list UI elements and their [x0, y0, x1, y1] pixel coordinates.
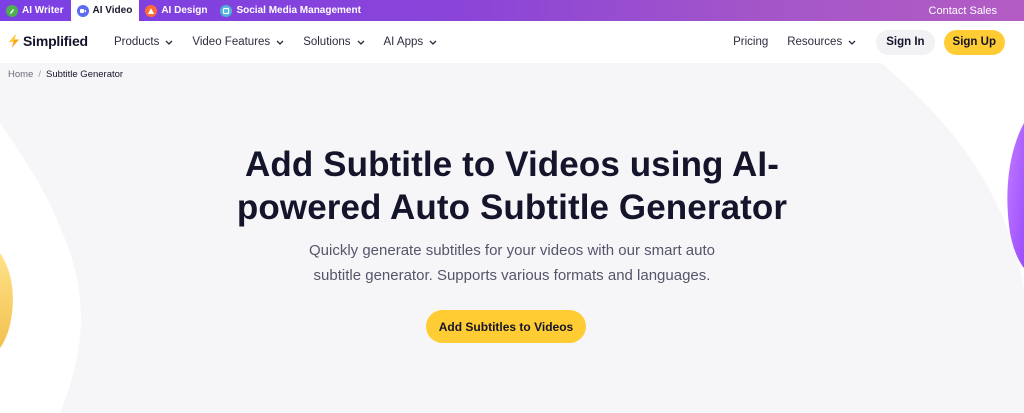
chevron-down-icon [357, 40, 364, 45]
product-tab-label: Social Media Management [236, 5, 361, 16]
product-tab-label: AI Writer [22, 5, 64, 16]
product-tab-ai-video[interactable]: AI Video [70, 0, 140, 21]
product-tab-ai-design[interactable]: AI Design [139, 0, 214, 21]
page-title: Add Subtitle to Videos using AI- powered… [0, 143, 1024, 229]
breadcrumb-home[interactable]: Home [8, 69, 33, 80]
product-tab-label: AI Design [161, 5, 208, 16]
simplified-logo-icon [9, 34, 19, 48]
main-nav: Simplified Products Video Features Solut… [0, 21, 1024, 63]
logo-text: Simplified [23, 33, 88, 49]
breadcrumb: Home / Subtitle Generator [8, 69, 123, 80]
breadcrumb-separator: / [38, 69, 41, 80]
chevron-down-icon [848, 40, 856, 45]
contact-sales-link[interactable]: Contact Sales [929, 0, 997, 21]
breadcrumb-current: Subtitle Generator [45, 69, 124, 80]
ai-video-icon [76, 4, 89, 17]
sign-up-button[interactable]: Sign Up [943, 29, 1005, 55]
ai-writer-icon [6, 4, 18, 17]
nav-pricing[interactable]: Pricing [733, 36, 768, 48]
logo[interactable]: Simplified [7, 33, 88, 49]
nav-video-features[interactable]: Video Features [192, 36, 284, 48]
sign-in-button[interactable]: Sign In [876, 29, 935, 55]
product-tab-ai-writer[interactable]: AI Writer [0, 0, 71, 21]
product-tab-social-media[interactable]: Social Media Management [214, 0, 367, 21]
nav-ai-apps[interactable]: AI Apps [384, 36, 438, 48]
page-subtitle-line2: subtitle generator. Supports various for… [313, 267, 711, 284]
chevron-down-icon [165, 40, 173, 45]
nav-resources[interactable]: Resources [787, 36, 856, 48]
page-title-line2: powered Auto Subtitle Generator [236, 188, 788, 227]
social-media-icon [220, 4, 233, 17]
page-title-line1: Add Subtitle to Videos using AI- [244, 145, 780, 184]
nav-item-label: Solutions [303, 36, 351, 48]
chevron-down-icon [276, 40, 284, 45]
nav-products[interactable]: Products [114, 36, 173, 48]
hero-section: Home / Subtitle Generator Add Subtitle t… [0, 63, 1024, 413]
nav-item-label: Video Features [192, 36, 271, 48]
nav-item-label: Resources [787, 36, 843, 48]
ai-design-icon [145, 4, 158, 17]
nav-item-label: AI Apps [383, 36, 424, 48]
nav-solutions[interactable]: Solutions [303, 36, 364, 48]
add-subtitles-button[interactable]: Add Subtitles to Videos [426, 310, 586, 343]
page-subtitle-line1: Quickly generate subtitles for your vide… [308, 242, 716, 259]
product-tab-label: AI Video [92, 5, 133, 16]
page-subtitle: Quickly generate subtitles for your vide… [262, 238, 762, 288]
product-bar: AI Writer AI Video AI Design Social Medi… [0, 0, 1024, 21]
chevron-down-icon [429, 40, 437, 45]
nav-item-label: Products [114, 36, 160, 48]
